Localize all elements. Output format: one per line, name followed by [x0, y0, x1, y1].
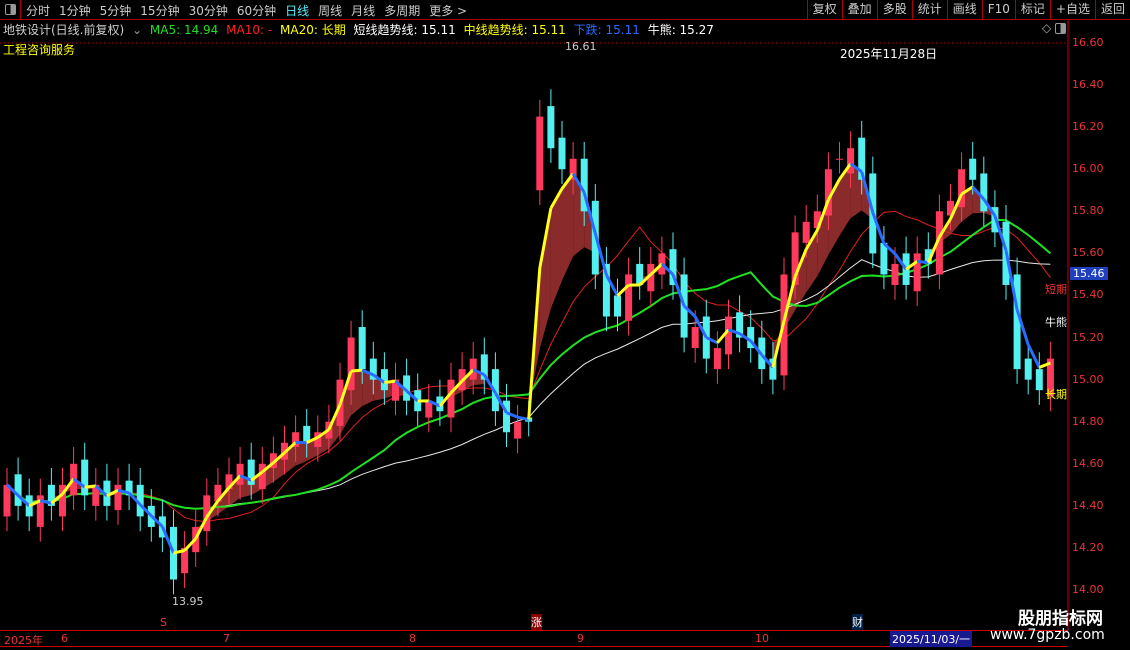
candle-body [691, 327, 699, 349]
price-tick: 15.00 [1072, 372, 1104, 386]
price-tick: 16.20 [1072, 120, 1104, 134]
month-label: 6 [61, 632, 68, 645]
candle-body [247, 459, 255, 485]
candle-body [447, 379, 455, 418]
candle-body [713, 348, 721, 370]
candle-body [614, 295, 621, 317]
candle-body [625, 274, 633, 321]
candle-body [969, 158, 977, 180]
candle-body [725, 316, 732, 355]
marker-cai[interactable]: 财 [852, 614, 863, 630]
candle-body [469, 358, 477, 380]
candle-body [802, 221, 810, 243]
price-tick: 14.00 [1072, 583, 1104, 597]
current-price-box: 15.46 [1070, 267, 1108, 280]
candle-body [358, 327, 366, 370]
bull-bear-line [6, 259, 1051, 510]
price-tick: 16.00 [1072, 162, 1104, 176]
long-label: 长期 [1045, 388, 1067, 401]
candle-body [891, 263, 899, 285]
long-line [6, 218, 1052, 510]
short-label: 短期 [1045, 283, 1067, 296]
trend-line-segment [517, 415, 530, 421]
price-tick: 14.60 [1072, 456, 1104, 470]
high-annotation: 16.61 [565, 40, 597, 53]
price-tick: 15.40 [1072, 288, 1104, 302]
candle-body [1035, 369, 1043, 391]
month-label: 9 [577, 632, 584, 645]
price-tick: 16.40 [1072, 78, 1104, 92]
month-label: 7 [223, 632, 230, 645]
kline-chart[interactable] [0, 0, 1130, 650]
candle-body [836, 158, 843, 160]
candle-body [547, 106, 555, 149]
ma-short-line [6, 210, 1051, 523]
watermark-url: www.7gpzb.com [990, 627, 1105, 643]
candle-body [658, 253, 666, 275]
candle-body [1024, 358, 1032, 380]
trend-line-segment [917, 259, 929, 265]
trend-line-segment [384, 379, 396, 385]
price-tick: 14.40 [1072, 498, 1104, 512]
price-tick: 15.60 [1072, 246, 1104, 260]
candle-body [514, 421, 522, 439]
watermark-name: 股朋指标网 [1018, 609, 1103, 629]
price-tick: 16.60 [1072, 36, 1104, 49]
candle-body [980, 173, 988, 212]
candle-body [258, 463, 266, 490]
candle-body [913, 253, 921, 292]
low-annotation: 13.95 [172, 595, 204, 608]
marker-zhang[interactable]: 涨 [531, 614, 542, 630]
trend-fill [562, 173, 574, 281]
month-label: 8 [409, 632, 416, 645]
candle-body [536, 116, 544, 191]
current-date-box: 2025/11/03/一 [890, 631, 973, 647]
candle-body [236, 463, 244, 485]
candle-body [558, 137, 566, 170]
year-label: 2025年 [4, 634, 43, 647]
trend-fill [539, 208, 551, 349]
candle-body [14, 474, 22, 506]
price-tick: 15.80 [1072, 204, 1104, 218]
trend-line-segment [84, 484, 96, 489]
price-tick: 15.20 [1072, 330, 1104, 344]
price-tick: 14.20 [1072, 540, 1104, 554]
candle-body [114, 484, 122, 511]
price-tick: 14.80 [1072, 414, 1104, 428]
month-label: 10 [755, 632, 769, 645]
bull-bear-label: 牛熊 [1045, 316, 1067, 329]
trend-line-segment [350, 368, 363, 373]
marker-s[interactable]: S [160, 616, 167, 629]
candle-body [81, 459, 89, 496]
candle-body [3, 484, 11, 517]
